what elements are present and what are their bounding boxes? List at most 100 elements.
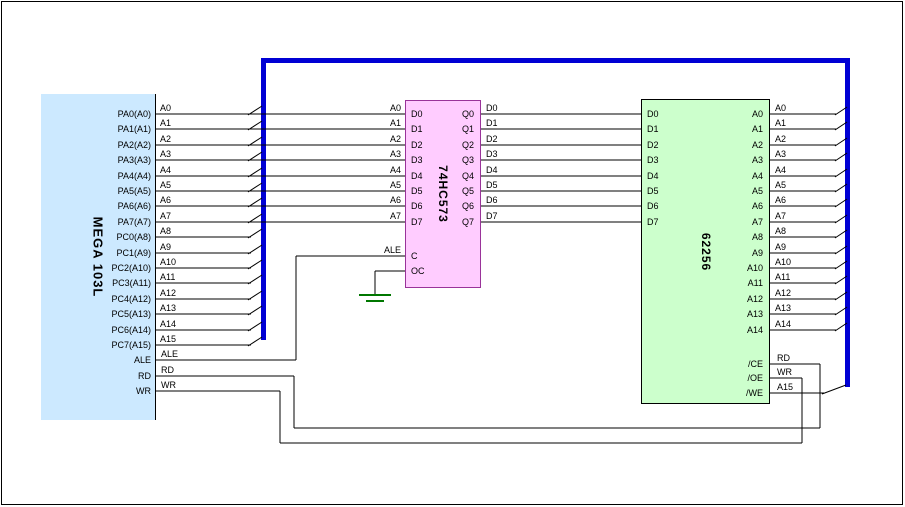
- net-label: A15: [160, 334, 176, 344]
- pin-label: A9: [703, 248, 763, 258]
- pin-label: D1: [647, 124, 659, 134]
- pin-label: D6: [647, 201, 659, 211]
- pin-label: Q7: [434, 217, 474, 227]
- net-label: D0: [486, 103, 498, 113]
- net-label: D6: [486, 195, 498, 205]
- net-label: A11: [775, 272, 790, 282]
- pin-label: A14: [703, 325, 763, 335]
- pin-label: D7: [411, 217, 423, 227]
- net-label: A9: [160, 242, 171, 252]
- pin-label: A8: [703, 232, 763, 242]
- pin-label: A3: [703, 155, 763, 165]
- net-label: ALE: [161, 349, 178, 359]
- net-label: ALE: [361, 245, 401, 255]
- pin-label: PC0(A8): [91, 232, 151, 242]
- pin-label: Q4: [434, 171, 474, 181]
- net-label: A9: [775, 242, 786, 252]
- bus-tap: [248, 260, 262, 269]
- pin-label: D7: [647, 217, 659, 227]
- net-label: A12: [775, 288, 791, 298]
- pin-label: PA2(A2): [91, 140, 151, 150]
- pin-label: A0: [703, 109, 763, 119]
- pin-label: Q2: [434, 140, 474, 150]
- net-label: A13: [775, 303, 791, 313]
- net-label: A7: [775, 211, 786, 221]
- pin-label: Q6: [434, 201, 474, 211]
- net-label: A8: [775, 226, 786, 236]
- pin-label: A7: [703, 217, 763, 227]
- net-label: A0: [160, 103, 171, 113]
- net-label: A1: [775, 118, 786, 128]
- pin-label: D2: [411, 140, 423, 150]
- net-label: D3: [486, 149, 498, 159]
- pin-label: Q5: [434, 186, 474, 196]
- net-label: A8: [160, 226, 171, 236]
- bus-tap: [248, 306, 262, 315]
- pin-label: PC1(A9): [91, 248, 151, 258]
- pin-label: PA3(A3): [91, 155, 151, 165]
- net-label: D4: [486, 165, 498, 175]
- net-label: A10: [775, 257, 791, 267]
- pin-label: PA0(A0): [91, 109, 151, 119]
- bus-tap: [248, 322, 262, 331]
- pin-label: D0: [647, 109, 659, 119]
- pin-label: A11: [703, 278, 763, 288]
- net-label: A3: [775, 149, 786, 159]
- pin-label: D2: [647, 140, 659, 150]
- pin-label: A4: [703, 171, 763, 181]
- pin-label: D3: [647, 155, 659, 165]
- net-label: A6: [361, 195, 401, 205]
- pin-label: A2: [703, 140, 763, 150]
- pin-label: Q1: [434, 124, 474, 134]
- pin-label: D4: [647, 171, 659, 181]
- pin-label: PA5(A5): [91, 186, 151, 196]
- net-label: RD: [777, 353, 790, 363]
- pin-label: PA7(A7): [91, 217, 151, 227]
- net-label: A5: [775, 180, 786, 190]
- pin-label: PC6(A14): [91, 325, 151, 335]
- net-label: WR: [777, 367, 792, 377]
- pin-label: PA4(A4): [91, 171, 151, 181]
- net-label: A12: [160, 288, 176, 298]
- net-label: A11: [160, 272, 175, 282]
- net-label: A4: [775, 165, 786, 175]
- bus-tap: [822, 385, 846, 394]
- net-label: A3: [361, 149, 401, 159]
- net-label: A2: [775, 134, 786, 144]
- pin-label: A6: [703, 201, 763, 211]
- pin-label: D5: [647, 186, 659, 196]
- pin-label: ALE: [91, 355, 151, 365]
- net-label: WR: [161, 380, 176, 390]
- net-label: A1: [361, 118, 401, 128]
- net-label: A5: [361, 180, 401, 190]
- pin-label: C: [411, 251, 418, 261]
- pin-label: Q3: [434, 155, 474, 165]
- pin-label: /WE: [703, 388, 763, 398]
- pin-label: D0: [411, 109, 423, 119]
- pin-label: Q0: [434, 109, 474, 119]
- net-label: A0: [361, 103, 401, 113]
- net-label: A7: [361, 211, 401, 221]
- net-label: A6: [160, 195, 171, 205]
- pin-label: A5: [703, 186, 763, 196]
- net-label: A14: [775, 319, 791, 329]
- net-label: A13: [160, 303, 176, 313]
- net-label: A3: [160, 149, 171, 159]
- net-label: RD: [161, 365, 174, 375]
- net-label: D2: [486, 134, 498, 144]
- net-label: A4: [361, 165, 401, 175]
- net-label: A0: [775, 103, 786, 113]
- pin-label: D5: [411, 186, 423, 196]
- pin-label: PC4(A12): [91, 294, 151, 304]
- net-label: A2: [160, 134, 171, 144]
- pin-label: /CE: [703, 359, 763, 369]
- net-label: A4: [160, 165, 171, 175]
- bus-tap: [248, 245, 262, 254]
- net-label: A5: [160, 180, 171, 190]
- net-label: A1: [160, 118, 171, 128]
- net-label: A10: [160, 257, 176, 267]
- pin-label: PA6(A6): [91, 201, 151, 211]
- pin-label: D3: [411, 155, 423, 165]
- net-label: A6: [775, 195, 786, 205]
- pin-label: WR: [91, 386, 151, 396]
